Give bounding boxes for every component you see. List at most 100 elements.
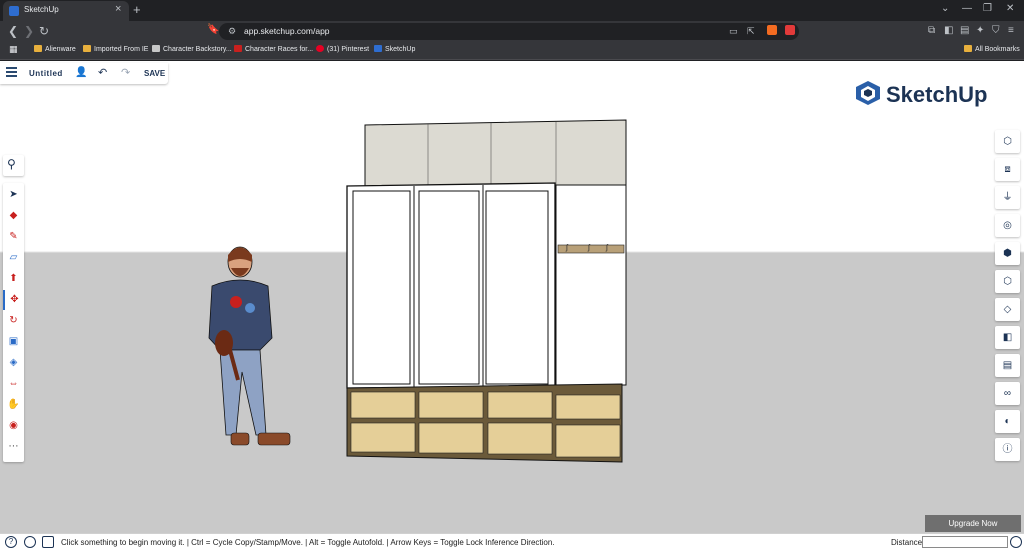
back-icon[interactable]: ❮	[8, 24, 18, 38]
coat-nook[interactable]: ʃ ʃ ʃ	[555, 184, 627, 386]
redo-icon[interactable]: ↷	[121, 66, 130, 79]
url-text: app.sketchup.com/app	[244, 26, 330, 36]
maximize-button[interactable]: ❐	[983, 3, 992, 14]
apps-grid-icon[interactable]: ▦	[9, 44, 18, 55]
move-tool-icon[interactable]: ✥	[3, 290, 24, 310]
bookmark-sketchup[interactable]: SketchUp	[374, 45, 415, 53]
globe-icon[interactable]	[24, 536, 36, 548]
share-icon[interactable]: ⇱	[747, 26, 755, 37]
distance-label: Distance	[891, 538, 923, 547]
hook-rail[interactable]	[557, 244, 625, 254]
bookmark-icon[interactable]: 🔖	[207, 24, 219, 35]
logo-text: SketchUp	[886, 82, 988, 107]
model-viewport[interactable]: ʃ ʃ ʃ	[0, 61, 1024, 533]
browser-tab[interactable]: SketchUp ×	[3, 1, 129, 21]
sketchup-favicon-icon	[9, 6, 19, 16]
sidebar-icon[interactable]: ◧	[944, 25, 953, 36]
rectangle-tool-icon[interactable]: ▱	[3, 248, 24, 268]
minimize-button[interactable]: —	[962, 3, 972, 14]
brave-rewards-icon[interactable]	[785, 25, 795, 35]
help-icon[interactable]: ?	[5, 536, 17, 548]
right-panel-toolbar: ⬡ ⧈ ⏚ ◎ ⬢ ⬡ ◇ ◧ ▤ ∞ ◐ ⓘ	[995, 130, 1020, 461]
bookmark-label: Alienware	[45, 46, 76, 53]
bookmark-imported-from-ie[interactable]: Imported From IE	[83, 45, 148, 53]
bookmarks-bar: ▦ Alienware Imported From IE Character B…	[0, 42, 1024, 60]
upper-cabinet[interactable]	[364, 119, 627, 187]
bookmark-label: (31) Pinterest	[327, 46, 370, 53]
status-bar: ? Click something to begin moving it. | …	[0, 533, 1024, 550]
scenes-icon[interactable]: ⬢	[995, 242, 1020, 265]
scale-tool-icon[interactable]: ▣	[3, 332, 24, 352]
search-tool-button[interactable]: ⚲	[3, 155, 24, 176]
shadows-icon[interactable]: ◐	[995, 410, 1020, 433]
document-toolbar: Untitled 👤 ↶ ↷ SAVE	[0, 63, 168, 84]
all-bookmarks[interactable]: All Bookmarks	[964, 45, 1020, 53]
sketchup-logo-icon	[856, 81, 880, 105]
vpn-icon[interactable]: ⛉	[992, 25, 1000, 36]
units-icon[interactable]	[1010, 536, 1022, 548]
folder-icon	[34, 45, 42, 52]
cubby-base[interactable]	[346, 383, 623, 463]
new-tab-button[interactable]: +	[133, 2, 141, 17]
wallet-icon[interactable]: ▤	[960, 25, 969, 36]
eraser-panel-icon[interactable]: ◇	[995, 298, 1020, 321]
views-icon[interactable]: ⬡	[995, 270, 1020, 293]
model-canvas[interactable]: ʃ ʃ ʃ	[0, 61, 1024, 533]
paint-bucket-tool-icon[interactable]: ◈	[3, 353, 24, 373]
address-bar[interactable]: ⚙ app.sketchup.com/app ▭ ⇱	[219, 23, 799, 40]
materials-icon[interactable]: ⏚	[995, 186, 1020, 209]
extensions-icon[interactable]: ⧉	[928, 25, 935, 36]
tab-close-icon[interactable]: ×	[115, 3, 121, 15]
tab-title: SketchUp	[24, 5, 59, 14]
bookmark-character-backstory[interactable]: Character Backstory...	[152, 45, 232, 53]
components-icon[interactable]: ⧈	[995, 158, 1020, 181]
zoom-tool-icon[interactable]: ◉	[3, 416, 24, 436]
document-title[interactable]: Untitled	[29, 69, 63, 78]
rotate-tool-icon[interactable]: ↻	[3, 311, 24, 331]
eraser-tool-icon[interactable]: ◆	[3, 206, 24, 226]
select-tool-icon[interactable]: ➤	[3, 185, 24, 205]
bookmark-label: Character Backstory...	[163, 46, 232, 53]
locker-doors[interactable]	[346, 182, 556, 389]
hamburger-menu-icon[interactable]	[6, 67, 17, 79]
sketchup-icon	[374, 45, 382, 52]
distance-input[interactable]	[922, 536, 1008, 548]
orbit-tool-icon[interactable]: ✋	[3, 395, 24, 415]
user-icon[interactable]: 👤	[75, 67, 87, 78]
more-tools-icon[interactable]: ⋯	[3, 437, 24, 457]
tab-search-icon[interactable]: ⌄	[941, 3, 949, 14]
tape-measure-tool-icon[interactable]: ⇔	[3, 374, 24, 394]
undo-icon[interactable]: ↶	[98, 66, 107, 79]
scenes-clapper-icon[interactable]: ▤	[995, 354, 1020, 377]
bookmark-label: SketchUp	[385, 46, 416, 53]
layers-icon[interactable]: ◧	[995, 326, 1020, 349]
reload-icon[interactable]: ↻	[39, 24, 49, 38]
dnd-icon	[234, 45, 242, 52]
entity-info-icon[interactable]: ⬡	[995, 130, 1020, 153]
leo-ai-icon[interactable]: ✦	[976, 25, 984, 36]
bookmark-character-races[interactable]: Character Races for...	[234, 45, 313, 53]
bookmark-alienware[interactable]: Alienware	[34, 45, 76, 53]
forward-icon[interactable]: ❯	[24, 24, 34, 38]
status-message: Click something to begin moving it. | Ct…	[61, 538, 555, 547]
close-window-button[interactable]: ✕	[1006, 3, 1014, 14]
brave-shield-icon[interactable]	[767, 25, 777, 35]
display-glasses-icon[interactable]: ∞	[995, 382, 1020, 405]
browser-tab-bar: SketchUp × + ⌄ — ❐ ✕	[0, 0, 1024, 21]
bookmark-label: Imported From IE	[94, 46, 149, 53]
cast-icon[interactable]: ▭	[729, 26, 738, 37]
left-toolbar: ➤ ◆ ✎ ▱ ⬆ ✥ ↻ ▣ ◈ ⇔ ✋ ◉ ⋯	[3, 183, 24, 462]
bookmark-label: All Bookmarks	[975, 46, 1020, 53]
push-pull-tool-icon[interactable]: ⬆	[3, 269, 24, 289]
upgrade-now-button[interactable]: Upgrade Now	[925, 515, 1021, 532]
instructor-icon[interactable]	[42, 536, 54, 548]
menu-icon[interactable]: ≡	[1008, 25, 1014, 36]
pencil-tool-icon[interactable]: ✎	[3, 227, 24, 247]
bookmark-pinterest[interactable]: (31) Pinterest	[316, 45, 369, 53]
folder-icon	[964, 45, 972, 52]
model-info-icon[interactable]: ⓘ	[995, 438, 1020, 461]
scale-figure[interactable]	[208, 246, 291, 446]
styles-icon[interactable]: ◎	[995, 214, 1020, 237]
save-button[interactable]: SAVE	[144, 69, 165, 78]
site-info-icon[interactable]: ⚙	[228, 26, 236, 37]
